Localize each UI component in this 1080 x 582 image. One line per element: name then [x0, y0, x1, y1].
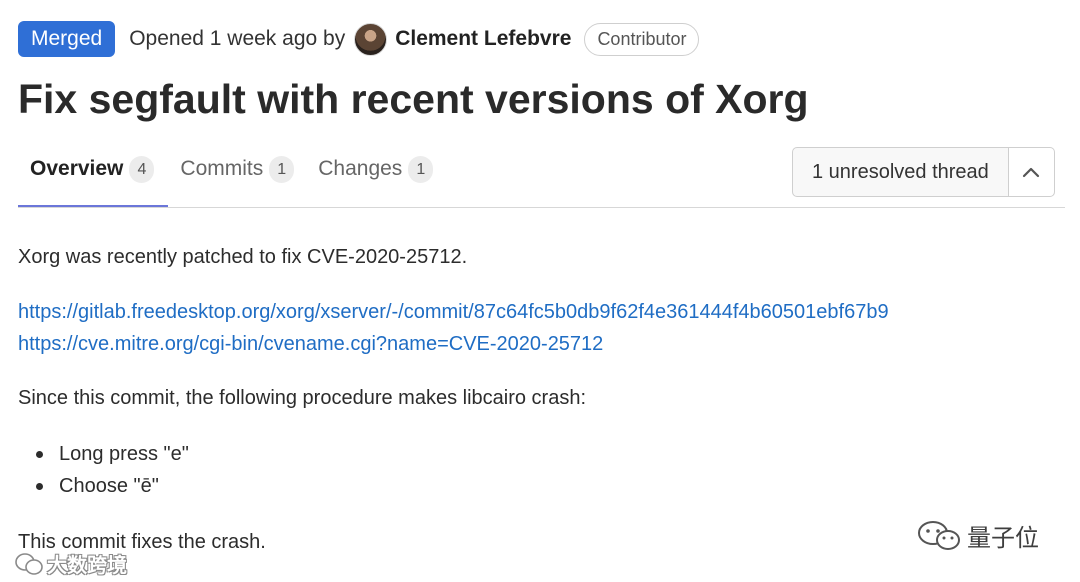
tab-count-badge: 1: [269, 156, 295, 183]
watermark-qbitai: 量子位: [917, 518, 1039, 553]
tab-label: Commits: [180, 157, 264, 180]
description-intro: Xorg was recently patched to fix CVE-202…: [18, 246, 468, 268]
avatar[interactable]: [354, 22, 388, 56]
tab-count-badge: 1: [408, 156, 434, 183]
list-item: Choose "ē": [36, 474, 189, 506]
wechat-icon: [918, 520, 960, 550]
mr-header: Merged Opened 1 week ago by Clement Lefe…: [18, 20, 700, 58]
cve-link[interactable]: https://cve.mitre.org/cgi-bin/cvename.cg…: [18, 333, 603, 356]
tab-overview[interactable]: Overview 4: [18, 148, 169, 208]
tabs-divider: [18, 207, 1065, 208]
opened-text: Opened 1 week ago by: [129, 27, 346, 50]
tab-commits[interactable]: Commits 1: [180, 148, 295, 208]
watermark-text: 大数跨境: [47, 553, 127, 577]
tab-count-badge: 4: [129, 156, 155, 183]
watermark-dashujk: 大数跨境: [14, 549, 127, 578]
status-badge: Merged: [18, 21, 116, 57]
collapse-threads-button[interactable]: [1008, 147, 1055, 197]
tab-label: Overview: [30, 157, 124, 180]
mr-tabs: Overview 4 Commits 1 Changes 1: [18, 148, 434, 208]
procedure-steps: Long press "e" Choose "ē": [36, 442, 189, 506]
page-title: Fix segfault with recent versions of Xor…: [18, 76, 809, 122]
tab-changes[interactable]: Changes 1: [318, 148, 434, 208]
chevron-up-icon: [1023, 167, 1040, 178]
commit-link[interactable]: https://gitlab.freedesktop.org/xorg/xser…: [18, 301, 889, 324]
watermark-text: 量子位: [967, 524, 1039, 552]
thread-navigation: 1 unresolved thread: [792, 147, 1055, 197]
author-link[interactable]: Clement Lefebvre: [395, 27, 571, 51]
unresolved-threads-button[interactable]: 1 unresolved thread: [792, 147, 1009, 197]
tab-label: Changes: [318, 157, 403, 180]
contributor-badge: Contributor: [584, 22, 700, 56]
list-item: Long press "e": [36, 442, 189, 474]
procedure-intro: Since this commit, the following procedu…: [18, 387, 587, 409]
wechat-icon: [15, 552, 43, 575]
